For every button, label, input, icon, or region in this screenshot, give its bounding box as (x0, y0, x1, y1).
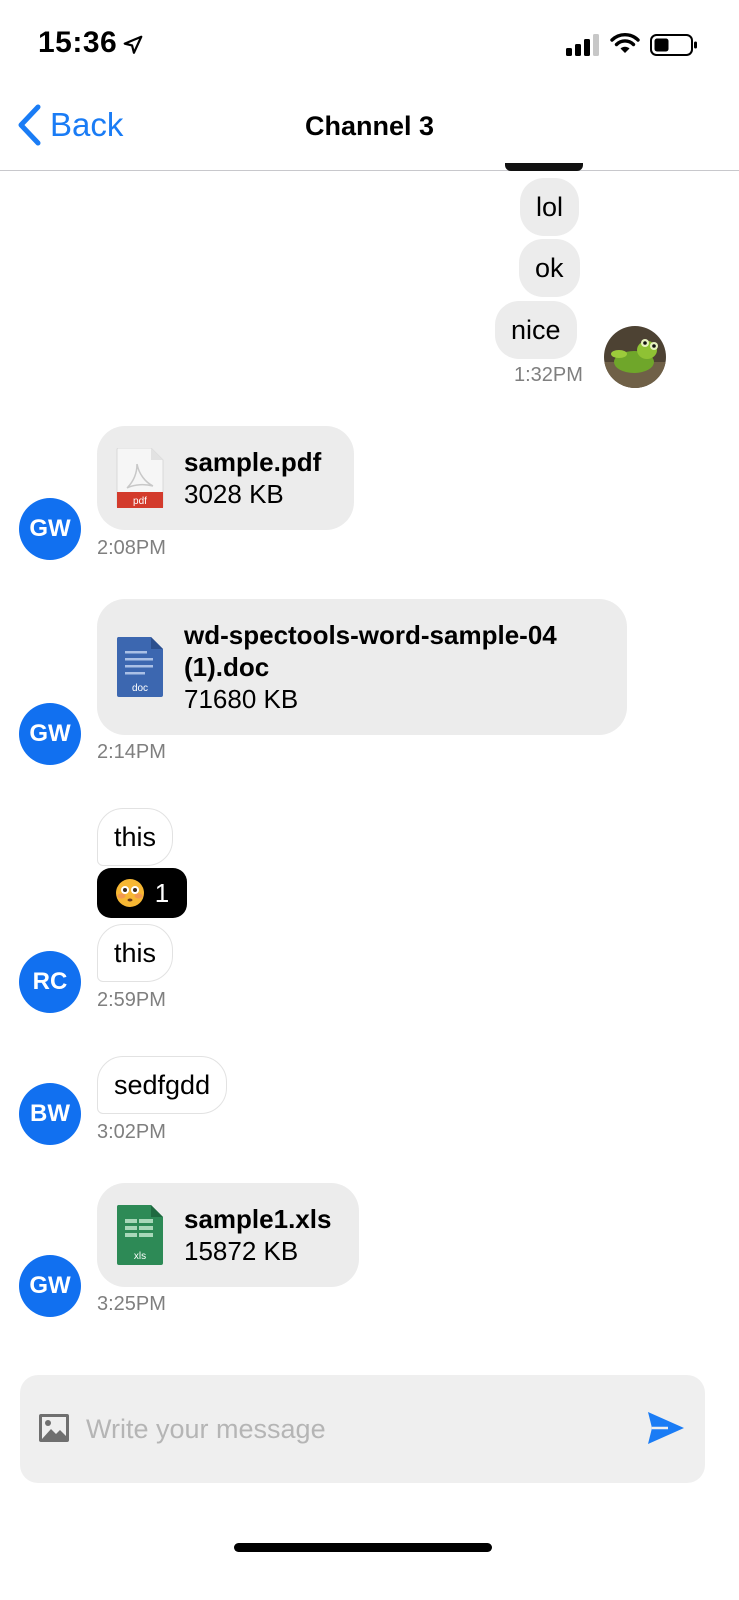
file-attachment-pdf[interactable]: pdf sample.pdf 3028 KB (97, 426, 354, 530)
message-time: 2:14PM (97, 741, 166, 763)
outgoing-message[interactable]: ok (519, 239, 580, 297)
status-time: 15:36 (38, 26, 118, 59)
reaction-badge[interactable]: 1 (97, 868, 187, 918)
file-name: sample1.xls (184, 1204, 332, 1234)
flushed-face-emoji-icon (115, 879, 144, 907)
message-time: 3:25PM (97, 1293, 166, 1315)
file-size: 3028 KB (184, 479, 284, 509)
nav-divider (0, 170, 739, 171)
send-icon[interactable] (646, 1410, 686, 1446)
doc-file-icon: doc (116, 637, 163, 697)
message-time: 2:59PM (97, 989, 166, 1011)
sender-avatar[interactable]: BW (19, 1083, 81, 1145)
xls-file-icon: xls (116, 1205, 163, 1265)
incoming-message[interactable]: this (97, 924, 174, 982)
svg-text:xls: xls (134, 1251, 146, 1262)
location-arrow-icon (123, 35, 143, 54)
channel-title: Channel 3 (304, 111, 435, 141)
incoming-message[interactable]: this (97, 808, 174, 866)
battery-icon (650, 34, 697, 56)
message-input[interactable] (84, 1404, 628, 1454)
pdf-file-icon: pdf (116, 448, 164, 508)
user-avatar[interactable] (604, 326, 666, 388)
incoming-message[interactable]: sedfgdd (97, 1056, 228, 1114)
message-time: 3:02PM (97, 1121, 166, 1143)
svg-text:doc: doc (132, 683, 148, 694)
file-attachment-xls[interactable]: xls sample1.xls 15872 KB (97, 1183, 359, 1287)
outgoing-message[interactable]: nice (495, 301, 577, 359)
file-size: 71680 KB (184, 684, 299, 714)
outgoing-message[interactable]: lol (520, 178, 580, 236)
wifi-icon (610, 33, 640, 53)
cellular-signal-icon (566, 34, 599, 56)
sender-avatar[interactable]: GW (19, 703, 81, 765)
reaction-count: 1 (154, 877, 170, 908)
previous-message-edge (505, 163, 583, 171)
file-attachment-doc[interactable]: doc wd-spectools-word-sample-04 (1).doc … (97, 599, 627, 735)
sender-avatar[interactable]: GW (19, 1255, 81, 1317)
message-time: 2:08PM (97, 537, 166, 559)
file-name: wd-spectools-word-sample-04 (1).doc (184, 620, 557, 682)
sender-avatar[interactable]: RC (19, 951, 81, 1013)
sender-avatar[interactable]: GW (19, 498, 81, 560)
home-indicator[interactable] (234, 1543, 492, 1552)
svg-text:pdf: pdf (133, 496, 147, 507)
file-size: 15872 KB (184, 1236, 299, 1266)
image-icon[interactable] (38, 1412, 70, 1444)
file-name: sample.pdf (184, 447, 322, 477)
message-time: 1:32PM (514, 364, 583, 386)
